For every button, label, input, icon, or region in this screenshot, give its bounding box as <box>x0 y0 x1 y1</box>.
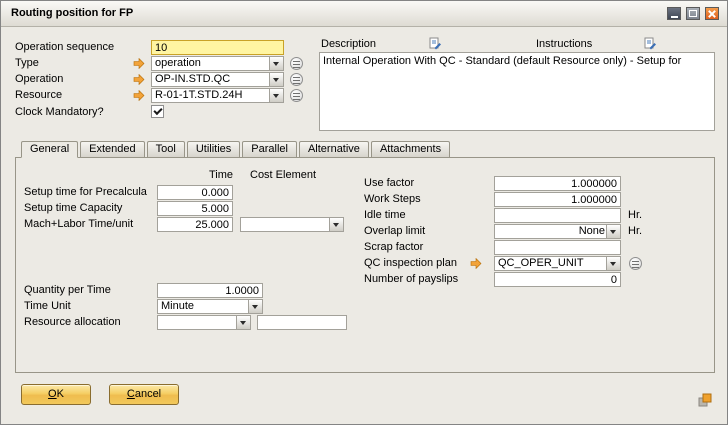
tab-parallel[interactable]: Parallel <box>242 141 297 158</box>
cost-element-column-header: Cost Element <box>250 168 316 183</box>
choose-from-list-icon[interactable] <box>290 57 303 70</box>
resource-label: Resource <box>15 88 62 103</box>
cost-element-select-value <box>244 218 328 231</box>
operation-sequence-input[interactable] <box>151 40 284 55</box>
mach-labor-time-input[interactable] <box>157 217 233 232</box>
use-factor-label: Use factor <box>364 176 414 191</box>
instructions-label: Instructions <box>536 37 592 52</box>
work-steps-label: Work Steps <box>364 192 421 207</box>
qc-inspection-plan-select[interactable]: QC_OPER_UNIT <box>494 256 621 271</box>
tab-extended[interactable]: Extended <box>80 141 144 158</box>
chevron-down-icon[interactable] <box>269 57 283 70</box>
link-arrow-icon[interactable] <box>133 58 145 69</box>
mach-labor-time-label: Mach+Labor Time/unit <box>24 217 133 232</box>
operation-select[interactable]: OP-IN.STD.QC <box>151 72 284 87</box>
routing-position-window: Routing position for FP Operation sequen… <box>0 0 728 425</box>
resource-allocation-extra-input[interactable] <box>257 315 347 330</box>
use-factor-input[interactable] <box>494 176 621 191</box>
time-unit-label: Time Unit <box>24 299 71 314</box>
tab-strip: General Extended Tool Utilities Parallel… <box>21 141 452 158</box>
tab-attachments[interactable]: Attachments <box>371 141 450 158</box>
chevron-down-icon[interactable] <box>248 300 262 313</box>
tab-alternative[interactable]: Alternative <box>299 141 369 158</box>
choose-from-list-icon[interactable] <box>290 73 303 86</box>
link-arrow-icon[interactable] <box>133 90 145 101</box>
resource-allocation-label: Resource allocation <box>24 315 121 330</box>
tab-tool[interactable]: Tool <box>147 141 185 158</box>
general-tab-panel: Time Cost Element Setup time for Precalc… <box>15 157 715 373</box>
resource-allocation-select[interactable] <box>157 315 251 330</box>
cancel-button[interactable]: Cancel <box>109 384 179 405</box>
setup-time-precalc-label: Setup time for Precalcula <box>24 185 147 200</box>
choose-from-list-icon[interactable] <box>290 89 303 102</box>
ok-button[interactable]: OK <box>21 384 91 405</box>
operation-select-value: OP-IN.STD.QC <box>155 73 268 86</box>
work-steps-input[interactable] <box>494 192 621 207</box>
setup-time-capacity-label: Setup time Capacity <box>24 201 122 216</box>
chevron-down-icon[interactable] <box>269 73 283 86</box>
clock-mandatory-checkbox[interactable] <box>151 105 164 118</box>
qc-inspection-plan-select-value: QC_OPER_UNIT <box>498 257 605 270</box>
tab-general[interactable]: General <box>21 141 78 158</box>
setup-time-capacity-input[interactable] <box>157 201 233 216</box>
time-column-header: Time <box>157 168 233 183</box>
number-of-payslips-label: Number of payslips <box>364 272 458 287</box>
qc-inspection-plan-label: QC inspection plan <box>364 256 457 271</box>
scrap-factor-label: Scrap factor <box>364 240 423 255</box>
operation-label: Operation <box>15 72 63 87</box>
minimize-icon[interactable] <box>667 7 681 20</box>
resource-select-value: R-01-1T.STD.24H <box>155 89 268 102</box>
cost-element-select[interactable] <box>240 217 344 232</box>
link-arrow-icon[interactable] <box>470 258 482 269</box>
resource-select[interactable]: R-01-1T.STD.24H <box>151 88 284 103</box>
overlap-limit-unit-label: Hr. <box>628 224 642 239</box>
tab-utilities[interactable]: Utilities <box>187 141 240 158</box>
chevron-down-icon[interactable] <box>606 257 620 270</box>
window-title: Routing position for FP <box>11 1 133 26</box>
resource-allocation-select-value <box>161 316 235 329</box>
overlap-limit-label: Overlap limit <box>364 224 425 239</box>
quantity-per-time-label: Quantity per Time <box>24 283 111 298</box>
operation-sequence-label: Operation sequence <box>15 40 114 55</box>
idle-time-unit-label: Hr. <box>628 208 642 223</box>
link-arrow-icon[interactable] <box>133 74 145 85</box>
idle-time-label: Idle time <box>364 208 406 223</box>
clock-mandatory-label: Clock Mandatory? <box>15 105 104 120</box>
form-settings-icon[interactable] <box>698 393 712 407</box>
overlap-limit-select-value: None <box>498 225 605 238</box>
chevron-down-icon[interactable] <box>329 218 343 231</box>
description-label: Description <box>321 37 376 52</box>
description-textarea[interactable]: Internal Operation With QC - Standard (d… <box>319 52 715 131</box>
chevron-down-icon[interactable] <box>269 89 283 102</box>
type-select-value: operation <box>155 57 268 70</box>
expand-editor-icon[interactable] <box>429 37 441 48</box>
chevron-down-icon[interactable] <box>236 316 250 329</box>
expand-editor-icon[interactable] <box>644 37 656 48</box>
setup-time-precalc-input[interactable] <box>157 185 233 200</box>
idle-time-input[interactable] <box>494 208 621 223</box>
overlap-limit-select[interactable]: None <box>494 224 621 239</box>
titlebar: Routing position for FP <box>1 1 727 27</box>
choose-from-list-icon[interactable] <box>629 257 642 270</box>
type-select[interactable]: operation <box>151 56 284 71</box>
type-label: Type <box>15 56 39 71</box>
chevron-down-icon[interactable] <box>606 225 620 238</box>
scrap-factor-input[interactable] <box>494 240 621 255</box>
maximize-icon[interactable] <box>686 7 700 20</box>
close-icon[interactable] <box>705 7 719 20</box>
number-of-payslips-input[interactable] <box>494 272 621 287</box>
quantity-per-time-input[interactable] <box>157 283 263 298</box>
time-unit-select-value: Minute <box>161 300 247 313</box>
time-unit-select[interactable]: Minute <box>157 299 263 314</box>
